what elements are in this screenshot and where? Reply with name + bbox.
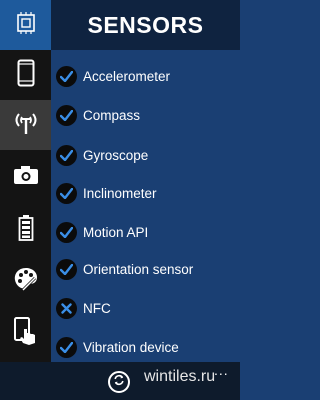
sidebar-item-touch[interactable]	[0, 309, 51, 359]
sidebar-item-palette[interactable]	[0, 256, 51, 306]
touch-phone-icon	[13, 316, 39, 352]
header: SENSORS	[51, 0, 240, 50]
list-item: Accelerometer	[51, 57, 240, 95]
refresh-button[interactable]	[108, 371, 130, 393]
refresh-icon	[113, 373, 125, 391]
sidebar-item-chip[interactable]	[0, 0, 51, 50]
list-item: Compass	[51, 96, 240, 134]
sidebar-item-battery[interactable]	[0, 205, 51, 255]
sensor-label: NFC	[83, 300, 111, 316]
check-icon	[56, 182, 77, 204]
sidebar-item-camera[interactable]	[0, 152, 51, 202]
camera-icon	[13, 165, 39, 190]
cross-icon	[56, 297, 77, 319]
sidebar-item-sensors[interactable]	[0, 100, 51, 150]
sensor-label: Gyroscope	[83, 147, 149, 163]
sensor-label: Orientation sensor	[83, 261, 194, 277]
antenna-icon	[11, 110, 41, 141]
check-icon	[56, 65, 77, 87]
sensor-label: Motion API	[83, 224, 149, 240]
check-icon	[56, 258, 77, 280]
check-icon	[56, 144, 77, 166]
check-icon	[56, 104, 77, 126]
more-button[interactable]: ...	[214, 362, 229, 378]
sidebar-item-phone[interactable]	[0, 50, 51, 100]
page-title: SENSORS	[87, 11, 204, 38]
sidebar	[0, 0, 51, 362]
sensor-label: Accelerometer	[83, 68, 171, 84]
phone-icon	[17, 59, 35, 92]
list-item: Motion API	[51, 213, 240, 251]
palette-icon	[13, 266, 39, 297]
list-item: NFC	[51, 289, 240, 327]
battery-icon	[18, 214, 34, 246]
list-item: Vibration device	[51, 328, 240, 366]
list-item: Inclinometer	[51, 174, 240, 212]
check-icon	[56, 221, 77, 243]
list-item: Gyroscope	[51, 136, 240, 174]
list-item: Orientation sensor	[51, 250, 240, 288]
sensor-label: Compass	[83, 107, 141, 123]
sensor-label: Inclinometer	[83, 185, 157, 201]
check-icon	[56, 336, 77, 358]
watermark: wintiles.ru	[144, 368, 216, 385]
chip-icon	[15, 11, 37, 39]
sensor-label: Vibration device	[83, 339, 179, 355]
